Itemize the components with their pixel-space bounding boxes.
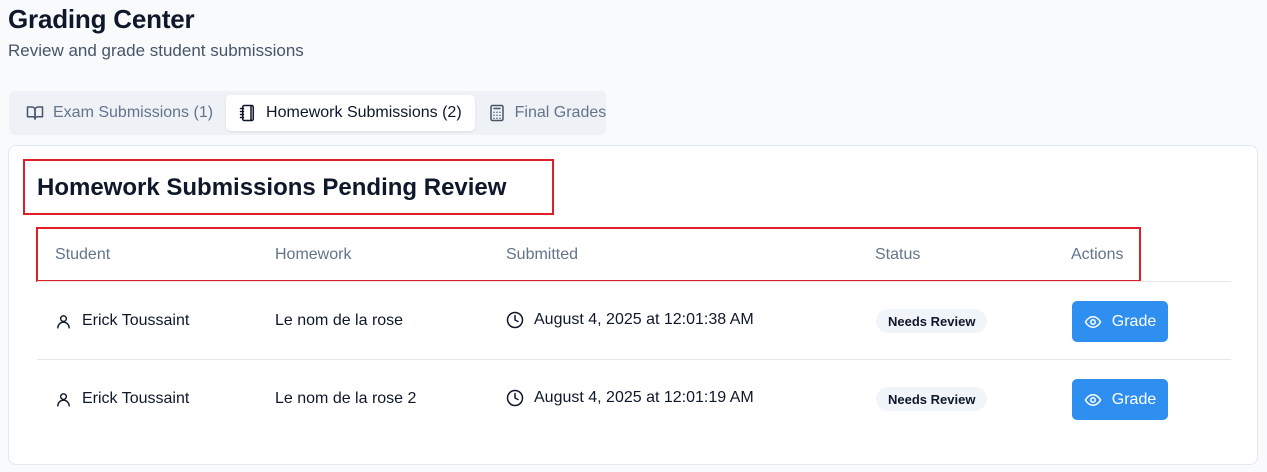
- submitted-cell: August 4, 2025 at 12:01:19 AM: [506, 389, 754, 407]
- student-cell: Erick Toussaint: [55, 390, 189, 408]
- calculator-icon: [489, 104, 504, 122]
- row-divider: [37, 359, 1231, 360]
- homework-cell: Le nom de la rose: [275, 312, 404, 329]
- submitted-cell: August 4, 2025 at 12:01:38 AM: [506, 311, 754, 329]
- column-header-status: Status: [875, 246, 921, 263]
- student-name: Erick Toussaint: [82, 390, 190, 407]
- book-open-icon: [26, 106, 44, 120]
- user-icon: [57, 314, 70, 329]
- status-badge: Needs Review: [876, 387, 988, 411]
- grade-button[interactable]: Grade: [1072, 379, 1168, 420]
- clock-icon: [506, 311, 524, 329]
- title-highlight-box: [23, 159, 554, 215]
- notebook-icon: [239, 104, 255, 122]
- clock-icon: [506, 389, 524, 407]
- tab-final-grades[interactable]: Final Grades: [475, 95, 620, 131]
- submitted-date: August 4, 2025 at 12:01:19 AM: [534, 389, 754, 406]
- row-divider: [37, 281, 1231, 282]
- column-header-actions: Actions: [1071, 246, 1124, 263]
- column-header-submitted: Submitted: [506, 246, 579, 263]
- submitted-date: August 4, 2025 at 12:01:38 AM: [534, 311, 754, 328]
- tab-exam-submissions[interactable]: Exam Submissions (1): [13, 95, 226, 131]
- column-header-homework: Homework: [275, 246, 352, 263]
- column-header-student: Student: [55, 246, 111, 263]
- tab-label: Exam Submissions (1): [53, 104, 214, 121]
- tab-list: Exam Submissions (1) Homework Submission…: [9, 91, 606, 135]
- user-icon: [57, 392, 70, 407]
- homework-cell: Le nom de la rose 2: [275, 390, 417, 407]
- page-title: Grading Center: [8, 4, 195, 34]
- eye-icon: [1084, 315, 1102, 328]
- grade-button-label: Grade: [1111, 390, 1157, 408]
- grade-button-label: Grade: [1111, 312, 1157, 330]
- tab-label: Final Grades: [514, 104, 607, 121]
- student-name: Erick Toussaint: [82, 312, 190, 329]
- grade-button[interactable]: Grade: [1072, 301, 1168, 342]
- page-subtitle: Review and grade student submissions: [8, 41, 304, 60]
- header-highlight-box: [36, 227, 1141, 282]
- tab-homework-submissions[interactable]: Homework Submissions (2): [226, 95, 475, 131]
- tab-label: Homework Submissions (2): [266, 104, 462, 121]
- eye-icon: [1084, 393, 1102, 406]
- student-cell: Erick Toussaint: [55, 312, 189, 330]
- status-badge: Needs Review: [876, 309, 988, 333]
- submissions-card: Homework Submissions Pending Review Stud…: [8, 145, 1258, 465]
